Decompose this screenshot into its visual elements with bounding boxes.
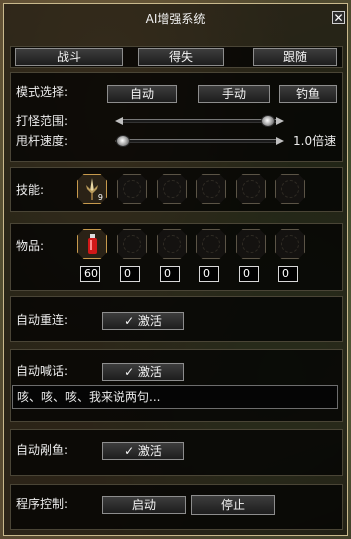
slider-right-cap-icon xyxy=(276,137,284,145)
cast-speed-value: 1.0倍速 xyxy=(293,134,337,148)
program-control-panel: 程序控制: 启动 停止 xyxy=(10,484,343,530)
program-control-label: 程序控制: xyxy=(16,497,69,511)
item-slot[interactable] xyxy=(196,229,226,259)
tab-follow[interactable]: 跟随 xyxy=(253,48,337,66)
item-quantity-input[interactable]: 60 xyxy=(80,266,100,282)
auto-shout-activate-button[interactable]: ✓ 激活 xyxy=(102,363,184,381)
skill-slot[interactable] xyxy=(196,174,226,204)
slider-left-cap-icon xyxy=(115,117,123,125)
auto-fish-panel: 自动剐鱼: ✓ 激活 xyxy=(10,429,343,476)
item-slot[interactable] xyxy=(77,229,107,259)
cast-speed-slider-handle[interactable] xyxy=(116,135,130,147)
range-slider[interactable] xyxy=(115,115,284,127)
skills-label: 技能: xyxy=(16,183,45,197)
skill-slot[interactable] xyxy=(275,174,305,204)
empty-slot-icon xyxy=(281,180,299,198)
mode-fishing-button[interactable]: 钓鱼 xyxy=(279,85,337,103)
items-label: 物品: xyxy=(16,239,45,253)
item-quantity-input[interactable]: 0 xyxy=(120,266,140,282)
item-quantity-input[interactable]: 0 xyxy=(160,266,180,282)
shout-message-input[interactable]: 咳、咳、咳、我来说两句... xyxy=(12,385,338,409)
empty-slot-icon xyxy=(123,235,141,253)
item-slot[interactable] xyxy=(157,229,187,259)
empty-slot-icon xyxy=(281,235,299,253)
red-potion-icon xyxy=(88,234,97,254)
cast-speed-slider[interactable] xyxy=(115,135,284,147)
empty-slot-icon xyxy=(163,235,181,253)
auto-reconnect-activate-button[interactable]: ✓ 激活 xyxy=(102,312,184,330)
mode-auto-button[interactable]: 自动 xyxy=(107,85,177,103)
window-title: AI增强系统 xyxy=(145,12,206,26)
tab-loot[interactable]: 得失 xyxy=(138,48,224,66)
skill-slot[interactable] xyxy=(117,174,147,204)
tab-panel: 战斗 得失 跟随 xyxy=(10,46,343,68)
title-bar[interactable]: AI增强系统 ✕ xyxy=(4,4,347,34)
empty-slot-icon xyxy=(123,180,141,198)
start-button[interactable]: 启动 xyxy=(102,496,186,514)
skill-slot[interactable] xyxy=(157,174,187,204)
empty-slot-icon xyxy=(242,235,260,253)
empty-slot-icon xyxy=(242,180,260,198)
stop-button[interactable]: 停止 xyxy=(191,495,275,515)
skill-slot[interactable]: 9 xyxy=(77,174,107,204)
item-slot[interactable] xyxy=(275,229,305,259)
ai-enhance-window: AI增强系统 ✕ 战斗 得失 跟随 模式选择: 自动 手动 钓鱼 打怪范围: 甩… xyxy=(3,3,348,536)
mode-manual-button[interactable]: 手动 xyxy=(198,85,270,103)
item-quantity-input[interactable]: 0 xyxy=(239,266,259,282)
close-icon: ✕ xyxy=(333,11,344,25)
close-button[interactable]: ✕ xyxy=(332,11,345,24)
item-slot[interactable] xyxy=(117,229,147,259)
skill-slot[interactable] xyxy=(236,174,266,204)
auto-fish-label: 自动剐鱼: xyxy=(16,443,69,457)
range-label: 打怪范围: xyxy=(16,114,69,128)
empty-slot-icon xyxy=(202,235,220,253)
item-quantity-input[interactable]: 0 xyxy=(199,266,219,282)
cast-speed-label: 甩杆速度: xyxy=(16,134,69,148)
skill-level-badge: 9 xyxy=(97,193,103,202)
mode-panel: 模式选择: 自动 手动 钓鱼 打怪范围: 甩杆速度: 1.0倍速 xyxy=(10,72,343,162)
item-slot[interactable] xyxy=(236,229,266,259)
auto-shout-label: 自动喊话: xyxy=(16,364,69,378)
empty-slot-icon xyxy=(163,180,181,198)
mode-label: 模式选择: xyxy=(16,85,69,99)
auto-fish-activate-button[interactable]: ✓ 激活 xyxy=(102,442,184,460)
range-slider-handle[interactable] xyxy=(261,115,276,127)
empty-slot-icon xyxy=(202,180,220,198)
tab-battle[interactable]: 战斗 xyxy=(15,48,123,66)
auto-reconnect-label: 自动重连: xyxy=(16,313,69,327)
auto-reconnect-panel: 自动重连: ✓ 激活 xyxy=(10,296,343,342)
slider-right-cap-icon xyxy=(276,117,284,125)
item-quantity-input[interactable]: 0 xyxy=(278,266,298,282)
